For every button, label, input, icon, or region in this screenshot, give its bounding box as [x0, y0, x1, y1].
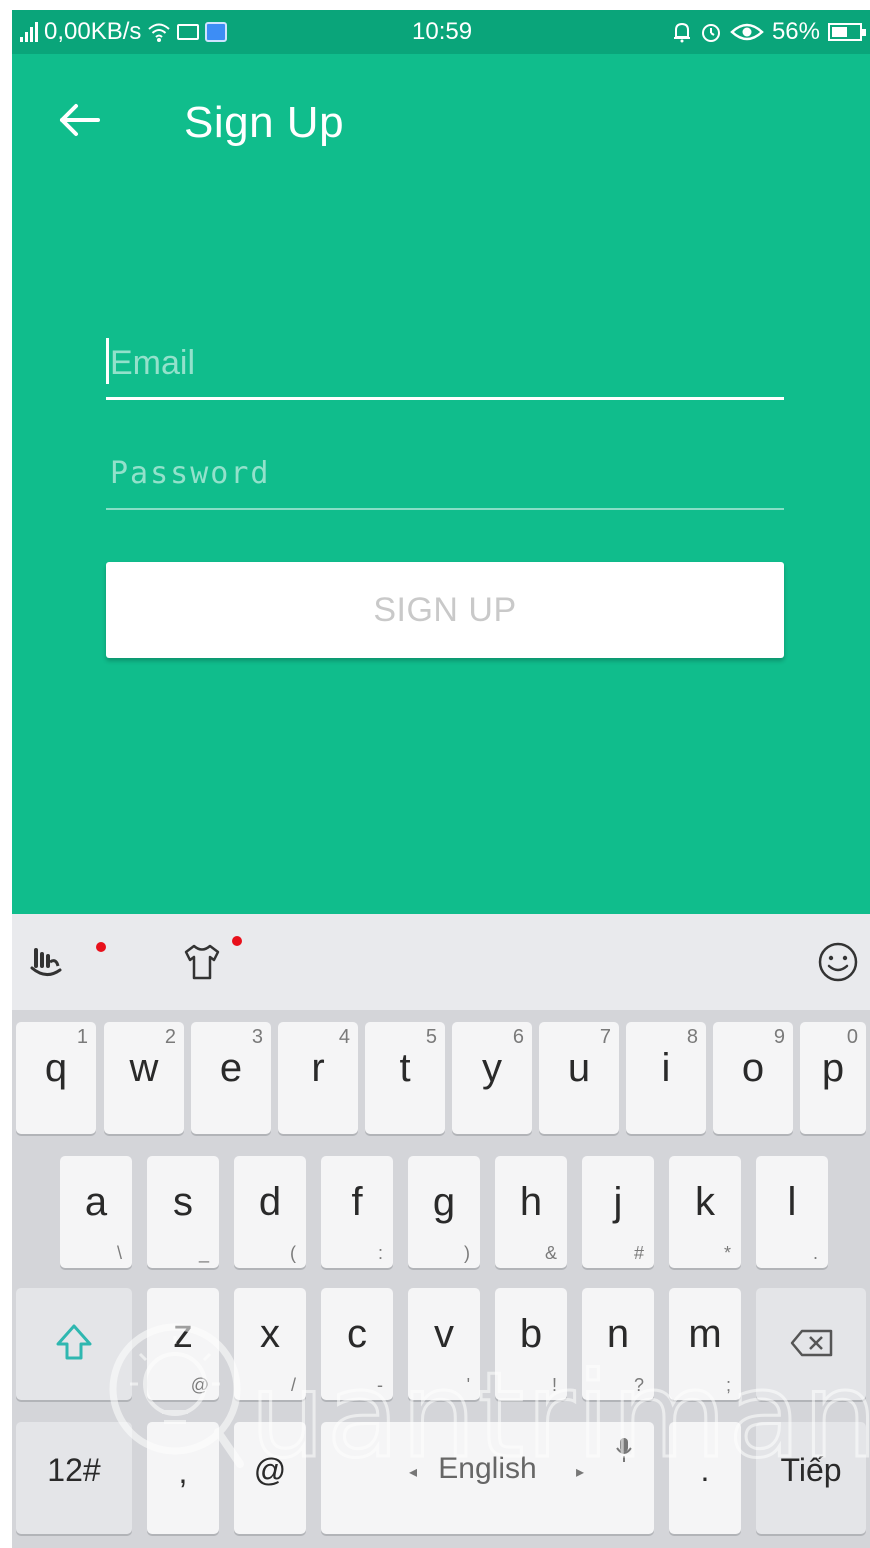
key-y[interactable]: 6y: [452, 1022, 532, 1134]
key-v[interactable]: v ': [408, 1288, 480, 1400]
app-notification-icon: [205, 22, 228, 42]
key-t[interactable]: 5t: [365, 1022, 445, 1134]
email-field-container: [106, 330, 784, 400]
key-x[interactable]: x /: [234, 1288, 306, 1400]
status-bar-left: 0,00KB/s: [20, 10, 228, 54]
emoji-icon[interactable]: [816, 940, 860, 984]
alarm-icon: [701, 24, 720, 42]
key-e[interactable]: 3e: [191, 1022, 271, 1134]
email-underline: [106, 397, 784, 400]
status-bar: 0,00KB/s 10:59 56%: [12, 10, 870, 54]
mail-icon: [177, 24, 200, 40]
chevron-right-icon: ▸: [575, 1464, 584, 1481]
key-k[interactable]: k *: [669, 1156, 741, 1268]
numbers-symbols-key[interactable]: 12#: [16, 1422, 132, 1534]
key-l[interactable]: l.: [756, 1156, 828, 1268]
key-h[interactable]: h &: [495, 1156, 567, 1268]
key-g[interactable]: g): [408, 1156, 480, 1268]
screen: 0,00KB/s 10:59 56% Sign Up Email Passwor…: [0, 0, 870, 1548]
screen-left-border: [0, 0, 12, 1548]
notification-dot: [232, 936, 242, 946]
page-title: Sign Up: [184, 98, 345, 147]
keyboard: 1q 2w 3e 4r 5t 6y 7u 8i 9o 0p a \ s _ d( f…: [12, 914, 870, 1548]
key-u[interactable]: 7u: [539, 1022, 619, 1134]
key-z[interactable]: z @: [147, 1288, 219, 1400]
password-input[interactable]: [106, 440, 784, 506]
battery-icon: [828, 23, 866, 41]
net-speed: 0,00KB/s: [44, 18, 142, 45]
at-key[interactable]: @: [234, 1422, 306, 1534]
shift-key[interactable]: [16, 1288, 132, 1400]
period-key[interactable]: .: [669, 1422, 741, 1534]
microphone-icon: [616, 1438, 632, 1462]
gesture-icon[interactable]: [26, 940, 70, 984]
sign-up-button[interactable]: SIGN UP: [106, 562, 784, 658]
eye-icon: [730, 23, 764, 41]
backspace-key[interactable]: [756, 1288, 866, 1400]
text-cursor: [106, 338, 109, 384]
key-a[interactable]: a \: [60, 1156, 132, 1268]
clock: 10:59: [412, 18, 473, 45]
key-j[interactable]: j #: [582, 1156, 654, 1268]
shift-icon: [56, 1324, 92, 1360]
status-bar-right: 56%: [672, 10, 866, 54]
wifi-icon: [148, 23, 171, 42]
key-d[interactable]: d(: [234, 1156, 306, 1268]
key-i[interactable]: 8i: [626, 1022, 706, 1134]
key-r[interactable]: 4r: [278, 1022, 358, 1134]
key-q[interactable]: 1q: [16, 1022, 96, 1134]
key-c[interactable]: c-: [321, 1288, 393, 1400]
signal-icon: [20, 22, 38, 42]
keyboard-toolbar: [12, 914, 870, 1010]
key-p[interactable]: 0p: [800, 1022, 866, 1134]
key-o[interactable]: 9o: [713, 1022, 793, 1134]
key-f[interactable]: f:: [321, 1156, 393, 1268]
backspace-icon: [790, 1329, 833, 1357]
password-field-container: [106, 440, 784, 510]
signup-screen: Sign Up SIGN UP: [12, 54, 870, 914]
email-input[interactable]: [106, 330, 784, 396]
space-key[interactable]: ◂ English ▸: [321, 1422, 654, 1534]
bell-icon: [673, 22, 690, 43]
comma-key[interactable]: ,: [147, 1422, 219, 1534]
key-m[interactable]: m;: [669, 1288, 741, 1400]
password-underline: [106, 508, 784, 510]
enter-key[interactable]: Tiếp: [756, 1422, 866, 1534]
theme-shirt-icon[interactable]: [180, 940, 224, 984]
key-b[interactable]: b!: [495, 1288, 567, 1400]
key-w[interactable]: 2w: [104, 1022, 184, 1134]
key-n[interactable]: n?: [582, 1288, 654, 1400]
battery-percent: 56%: [771, 18, 820, 45]
status-bar-center: 10:59: [412, 10, 472, 54]
key-s[interactable]: s _: [147, 1156, 219, 1268]
notification-dot: [96, 942, 106, 952]
arrow-left-icon[interactable]: [54, 98, 104, 142]
